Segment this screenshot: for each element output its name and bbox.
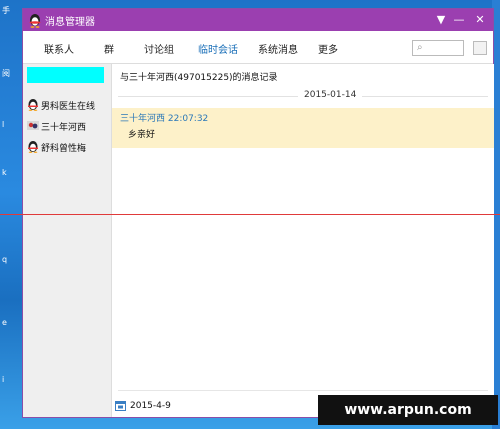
menu-dropdown-icon[interactable]: ▼	[433, 12, 449, 28]
message-text: 乡亲好	[128, 130, 156, 140]
desktop-label: e	[2, 318, 7, 327]
tab-discussion-groups[interactable]: 讨论组	[144, 41, 174, 56]
watermark-logo: ARPUN	[345, 352, 492, 393]
contact-item[interactable]: 男科医生在线	[27, 97, 109, 113]
tab-system-messages[interactable]: 系统消息	[258, 41, 298, 56]
desktop-label: i	[2, 375, 5, 384]
qq-penguin-icon	[28, 141, 38, 153]
message-item[interactable]: 三十年河西 22:07:32 乡亲好	[112, 108, 494, 148]
tab-contacts[interactable]: 联系人	[44, 41, 74, 56]
tab-more[interactable]: 更多	[318, 41, 338, 56]
contact-selected-highlight[interactable]	[27, 67, 104, 83]
desktop-label: k	[2, 168, 7, 177]
qq-penguin-icon	[29, 14, 41, 28]
contact-name: 男科医生在线	[41, 102, 96, 112]
watermark-url: www.arpun.com	[318, 395, 498, 425]
desktop-label: 手	[2, 6, 10, 15]
date-label: 2015-01-14	[298, 90, 363, 100]
desktop-label: l	[2, 120, 5, 129]
record-title: 与三十年河西(497015225)的消息记录	[120, 73, 278, 83]
minimize-button[interactable]: —	[451, 12, 467, 28]
window-title: 消息管理器	[45, 17, 95, 28]
contact-item[interactable]: 舒科曾性梅	[27, 139, 109, 155]
title-bar[interactable]: 消息管理器 ▼ — ✕	[23, 9, 493, 31]
contact-name: 三十年河西	[41, 123, 87, 133]
desktop-label: 阅	[2, 69, 10, 78]
search-input[interactable]: ⌕	[412, 40, 464, 56]
contact-item[interactable]: 三十年河西	[27, 118, 109, 134]
red-guide-line	[0, 214, 500, 215]
calendar-icon[interactable]	[115, 400, 126, 411]
contact-list: 男科医生在线 三十年河西 舒科曾性梅	[23, 64, 112, 417]
message-sender-time: 三十年河西 22:07:32	[120, 114, 209, 124]
options-button[interactable]	[473, 41, 487, 55]
category-tabs: 联系人 群 讨论组 临时会话 系统消息 更多 ⌕	[23, 31, 493, 64]
qq-user-icon	[27, 121, 39, 130]
contact-name: 舒科曾性梅	[41, 144, 87, 154]
footer-date: 2015-4-9	[130, 401, 171, 411]
search-icon: ⌕	[417, 42, 423, 53]
tab-groups[interactable]: 群	[104, 41, 114, 56]
tab-temporary-sessions[interactable]: 临时会话	[198, 41, 238, 56]
qq-penguin-icon	[28, 99, 38, 111]
close-button[interactable]: ✕	[472, 12, 488, 28]
desktop-label: q	[2, 255, 8, 264]
